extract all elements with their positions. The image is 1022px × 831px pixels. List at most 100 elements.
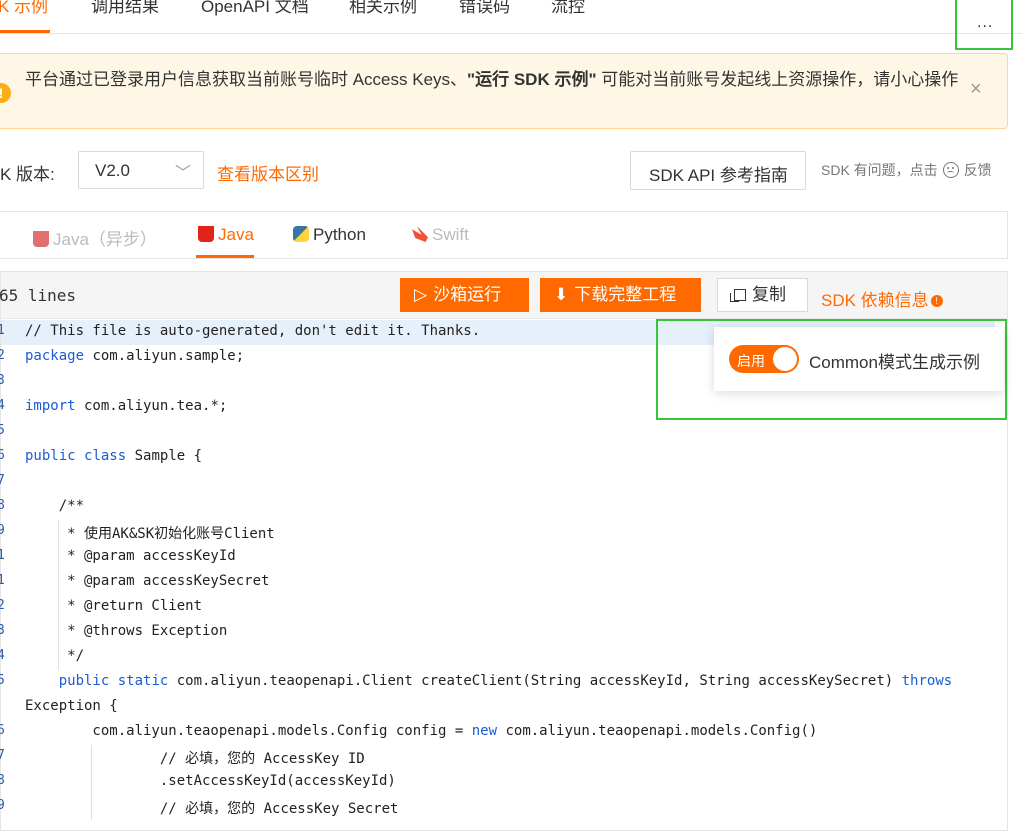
tab-python[interactable]: Python [293, 225, 366, 245]
sandbox-run-button[interactable]: ▷ 沙箱运行 [400, 278, 529, 312]
code-line: 4 */ [0, 645, 995, 670]
copy-label: 复制 [752, 285, 786, 304]
code-toolbar: 65 lines ▷ 沙箱运行 ⬇ 下载完整工程 复制 SDK 依赖信息! [0, 272, 1007, 319]
download-icon: ⬇ [554, 285, 569, 304]
code-text: * @throws Exception [25, 623, 228, 639]
code-line: 7 // 必填，您的 AccessKey ID [0, 745, 995, 770]
line-number: 9 [0, 798, 5, 813]
close-icon[interactable]: × [970, 78, 982, 101]
tab-openapi-docs[interactable]: OpenAPI 文档 [201, 0, 309, 17]
code-text: * @return Client [25, 598, 203, 614]
tab-java-async[interactable]: Java（异步） [33, 225, 157, 250]
download-project-button[interactable]: ⬇ 下载完整工程 [540, 278, 701, 312]
line-number: 3 [0, 373, 5, 388]
line-number: 3 [0, 623, 5, 638]
tab-flow-control[interactable]: 流控 [551, 0, 585, 17]
tab-error-codes[interactable]: 错误码 [459, 0, 510, 17]
code-text: // 必填，您的 AccessKey ID [25, 751, 365, 767]
active-tab-underline [0, 30, 50, 33]
tab-swift[interactable]: Swift [412, 225, 469, 245]
code-text: public class Sample { [25, 448, 203, 464]
warning-icon: ! [0, 83, 11, 103]
python-icon [293, 226, 309, 242]
play-icon: ▷ [414, 285, 428, 304]
sdk-dependency-link[interactable]: SDK 依赖信息! [821, 286, 943, 311]
tab-sdk-example[interactable]: K 示例 [0, 0, 48, 17]
line-count: 65 lines [0, 286, 77, 305]
copy-icon [730, 289, 746, 302]
more-options-button[interactable]: ... [955, 0, 1013, 50]
line-number: 1 [0, 573, 5, 588]
java-cup-icon [33, 231, 49, 247]
line-number: 2 [0, 598, 5, 613]
code-line: 1 * @param accessKeyId [0, 545, 995, 570]
indent-guide [58, 520, 59, 670]
tab-python-label: Python [313, 225, 366, 244]
line-number: 2 [0, 348, 5, 363]
feedback-suffix: 反馈 [963, 162, 992, 178]
line-number: 7 [0, 748, 5, 763]
code-text: import com.aliyun.tea.*; [25, 398, 228, 414]
ellipsis-icon: ... [977, 14, 994, 31]
options-popup: 启用 Common模式生成示例 [714, 327, 1004, 391]
code-line: 9 // 必填，您的 AccessKey Secret [0, 795, 995, 820]
common-mode-toggle[interactable]: 启用 [729, 345, 799, 373]
code-text: com.aliyun.teaopenapi.models.Config conf… [25, 723, 818, 739]
code-text: * @param accessKeyId [25, 548, 236, 564]
line-number: 4 [0, 398, 5, 413]
line-number: 5 [0, 673, 5, 688]
language-tab-bar: Java（异步） Java Python Swift [0, 211, 1008, 259]
code-text: Exception { [25, 698, 118, 714]
download-project-label: 下载完整工程 [574, 285, 677, 304]
feedback-link[interactable]: SDK 有问题，点击 反馈 [821, 160, 992, 180]
sdk-api-reference-label: SDK API 参考指南 [649, 166, 788, 185]
code-line: 1 * @param accessKeySecret [0, 570, 995, 595]
sdk-version-select[interactable]: V2.0 ﹀ [78, 151, 204, 189]
feedback-prefix: SDK 有问题，点击 [821, 162, 938, 178]
code-line: Exception { [1, 695, 995, 720]
chevron-down-icon: ﹀ [175, 165, 192, 182]
line-number: 4 [0, 648, 5, 663]
line-number: 8 [0, 773, 5, 788]
toggle-knob [773, 347, 797, 371]
tab-call-result[interactable]: 调用结果 [91, 0, 159, 17]
code-line: 5 [0, 420, 995, 445]
code-text: // This file is auto-generated, don't ed… [25, 323, 481, 339]
sdk-version-value: V2.0 [95, 161, 130, 180]
warning-text: 平台通过已登录用户信息获取当前账号临时 Access Keys、"运行 SDK … [25, 67, 965, 93]
code-text: /** [25, 498, 85, 514]
swift-icon [412, 226, 428, 242]
code-text: * @param accessKeySecret [25, 573, 270, 589]
line-number: 6 [0, 723, 5, 738]
code-text: package com.aliyun.sample; [25, 348, 245, 364]
line-number: 8 [0, 498, 5, 513]
version-diff-link[interactable]: 查看版本区别 [217, 160, 319, 185]
line-number: 5 [0, 423, 5, 438]
line-number: 9 [0, 523, 5, 538]
code-line: 8 /** [0, 495, 995, 520]
tab-java-label: Java [218, 225, 254, 244]
code-line: 7 [0, 470, 995, 495]
code-text: */ [25, 648, 85, 664]
code-text: public static com.aliyun.teaopenapi.Clie… [58, 673, 953, 689]
warning-prefix: 平台通过已登录用户信息获取当前账号临时 Access Keys、 [25, 70, 468, 89]
sdk-version-label: K 版本: [0, 165, 55, 184]
code-line: 5 public static com.aliyun.teaopenapi.Cl… [0, 670, 995, 695]
java-cup-icon [198, 226, 214, 242]
tab-java[interactable]: Java [198, 225, 254, 245]
warning-bold: "运行 SDK 示例" [467, 70, 597, 89]
code-line: 6 public class Sample { [0, 445, 995, 470]
indent-guide [91, 745, 92, 820]
code-line: 9 * 使用AK&SK初始化账号Client [0, 520, 995, 545]
tab-related-examples[interactable]: 相关示例 [349, 0, 417, 17]
toggle-label: 启用 [737, 353, 765, 369]
line-number: 6 [0, 448, 5, 463]
copy-button[interactable]: 复制 [717, 278, 808, 312]
info-badge-icon: ! [930, 295, 943, 307]
line-number: 1 [0, 548, 5, 563]
top-tab-bar: K 示例 调用结果 OpenAPI 文档 相关示例 错误码 流控 [0, 0, 1022, 34]
line-number: 7 [0, 473, 5, 488]
sdk-api-reference-button[interactable]: SDK API 参考指南 [630, 151, 806, 190]
code-text: * 使用AK&SK初始化账号Client [25, 526, 275, 542]
sad-face-icon [942, 162, 959, 178]
